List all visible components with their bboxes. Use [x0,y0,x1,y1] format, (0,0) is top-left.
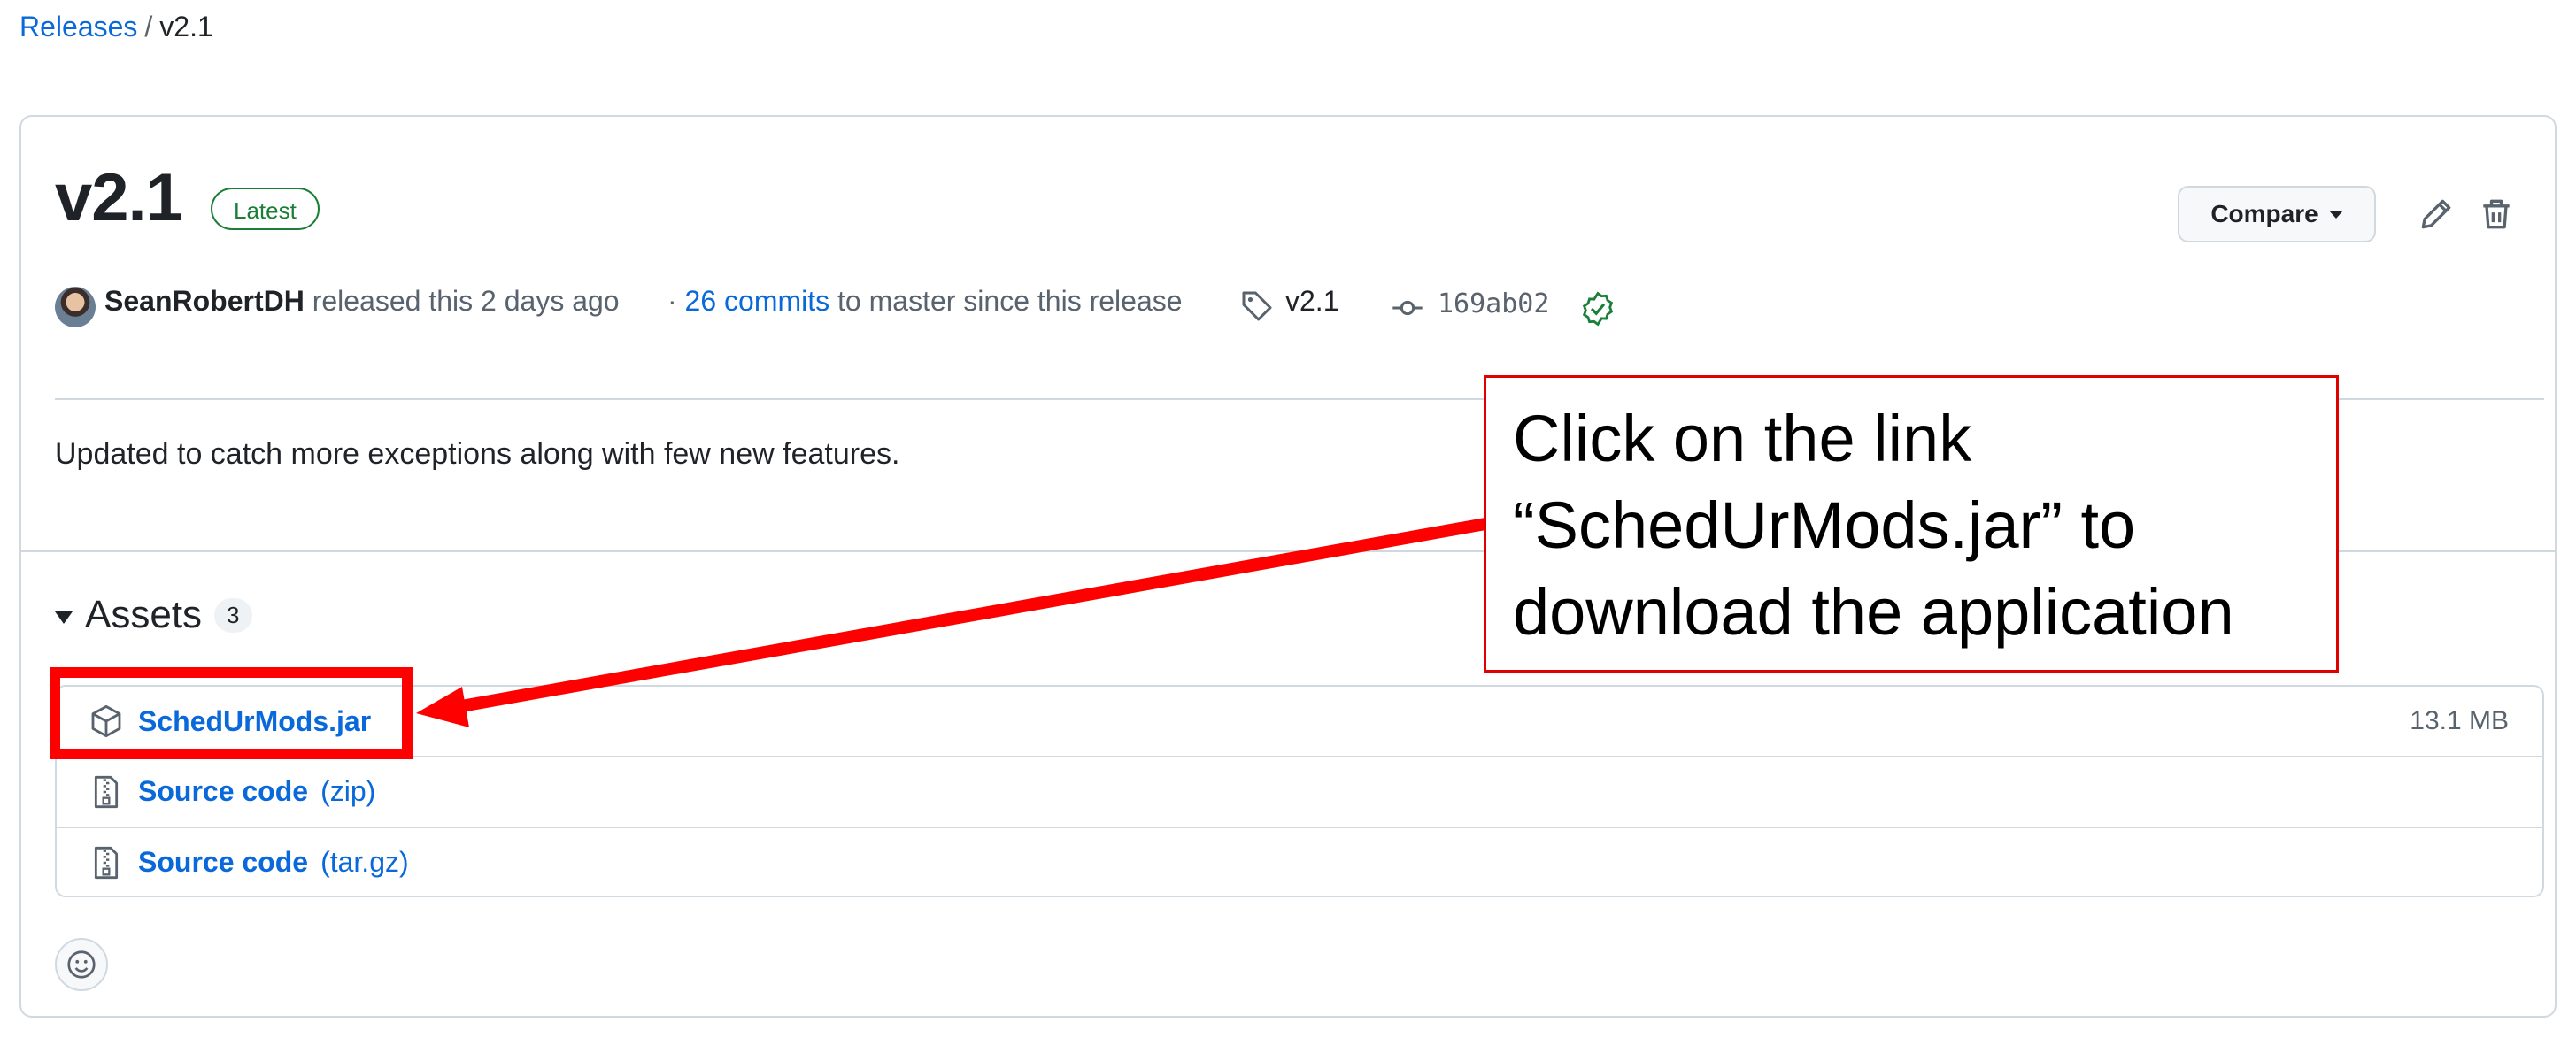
release-author-line: SeanRobertDH released this 2 days ago [104,285,620,318]
trash-icon[interactable] [2477,195,2516,234]
asset-row: Source code (tar.gz) [57,827,2542,896]
asset-link-source-targz[interactable]: Source code (tar.gz) [138,846,409,879]
verified-check-icon [1582,291,1614,327]
released-text: released this 2 days ago [312,285,620,317]
triangle-down-icon [55,611,73,624]
tag-link[interactable]: v2.1 [1285,285,1338,318]
asset-ext-label: (zip) [320,774,376,807]
file-zip-icon [94,775,119,809]
commits-dot: · [667,285,677,317]
breadcrumb: Releases / v2.1 [19,11,213,43]
release-description: Updated to catch more exceptions along w… [55,437,900,471]
callout-line: Click on the link [1513,402,1972,475]
assets-heading: Assets [85,593,203,636]
asset-ext-label: (tar.gz) [320,845,409,878]
annotation-highlight-box [50,667,413,759]
annotation-callout: Click on the link “SchedUrMods.jar” to d… [1484,375,2339,673]
author-link[interactable]: SeanRobertDH [104,285,305,317]
assets-count: 3 [214,597,252,633]
avatar[interactable] [55,287,96,327]
commits-suffix: to master since this release [837,285,1183,317]
asset-row: Source code (zip) [57,756,2542,825]
asset-link-source-zip[interactable]: Source code (zip) [138,775,375,808]
asset-name-label: Source code [138,845,309,878]
callout-line: download the application [1513,575,2234,649]
commits-link[interactable]: 26 commits [685,285,830,317]
file-zip-icon [94,846,119,880]
smiley-icon [67,950,96,979]
release-title: v2.1 [55,160,183,235]
assets-toggle[interactable]: Assets 3 [55,593,252,637]
commit-hash-link[interactable]: 169ab02 [1438,288,1549,319]
latest-badge: Latest [211,188,320,230]
assets-list: SchedUrMods.jar 13.1 MB Source code (zip)… [55,685,2544,897]
commits-line: · 26 commits to master since this releas… [667,285,1183,318]
breadcrumb-separator: / [144,11,153,42]
callout-line: “SchedUrMods.jar” to [1513,488,2136,562]
compare-label: Compare [2210,200,2318,227]
chevron-down-icon [2328,210,2343,219]
asset-row: SchedUrMods.jar 13.1 MB [57,687,2542,756]
git-commit-icon [1392,300,1423,316]
asset-name-label: Source code [138,774,309,807]
compare-button[interactable]: Compare [2178,186,2376,242]
breadcrumb-releases-link[interactable]: Releases [19,11,137,42]
breadcrumb-current: v2.1 [159,11,213,42]
tag-icon [1242,291,1272,321]
asset-size: 13.1 MB [2410,706,2509,735]
pencil-icon[interactable] [2417,195,2456,234]
add-reaction-button[interactable] [55,938,108,991]
